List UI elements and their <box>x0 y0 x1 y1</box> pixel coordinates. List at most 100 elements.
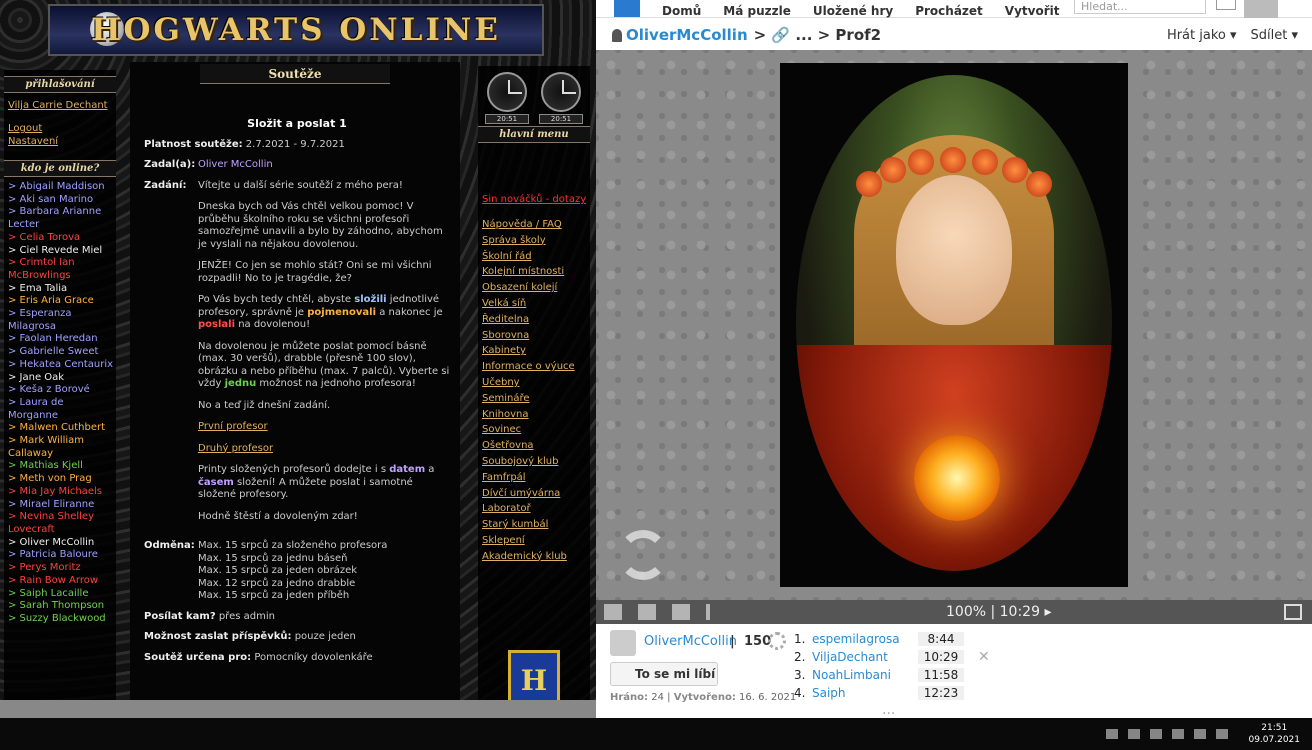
ghost-icon[interactable] <box>638 604 656 620</box>
online-user[interactable]: > Crimtol Ian McBrowlings <box>4 257 116 282</box>
online-user[interactable]: > Esperanza Milagrosa <box>4 308 116 333</box>
online-user[interactable]: > Mirael Eliranne <box>4 499 116 512</box>
menu-item[interactable]: Nápověda / FAQ <box>478 218 590 231</box>
menu-item[interactable]: Obsazení kolejí <box>478 281 590 294</box>
battery-icon[interactable] <box>1172 729 1185 739</box>
online-user[interactable]: > Rain Bow Arrow <box>4 575 116 588</box>
more-icon[interactable] <box>706 604 710 620</box>
menu-item[interactable]: Laboratoř <box>478 502 590 515</box>
breadcrumb-user[interactable]: OliverMcCollin <box>626 26 748 44</box>
breadcrumb-path[interactable]: > 🔗 ... > Prof2 <box>754 26 881 44</box>
online-user[interactable]: > Celia Torova <box>4 232 116 245</box>
menu-item[interactable]: Sklepení <box>478 534 590 547</box>
fullscreen-icon[interactable] <box>1284 604 1302 620</box>
search-input[interactable]: Hledat... <box>1074 0 1206 14</box>
leaderboard-player[interactable]: ViljaDechant <box>812 650 918 664</box>
online-user[interactable]: > Jane Oak <box>4 372 116 385</box>
online-user[interactable]: > Patricia Baloure <box>4 549 116 562</box>
puzzle-image[interactable] <box>780 63 1128 587</box>
menu-item[interactable]: Starý kumbál <box>478 518 590 531</box>
online-user[interactable]: > Hekatea Centaurix <box>4 359 116 372</box>
validity-label: Platnost soutěže: <box>144 138 243 150</box>
leaderboard-player[interactable]: espemilagrosa <box>812 632 918 646</box>
online-user[interactable]: > Nevina Shelley Lovecraft <box>4 511 116 536</box>
online-user[interactable]: > Mark William Callaway <box>4 435 116 460</box>
author-link[interactable]: OliverMcCollin <box>644 634 737 649</box>
menu-item[interactable]: Sovinec <box>478 423 590 436</box>
menu-item[interactable]: Famfrpál <box>478 471 590 484</box>
leaderboard-player[interactable]: NoahLimbani <box>812 668 918 682</box>
online-user[interactable]: > Meth von Prag <box>4 473 116 486</box>
avatar[interactable] <box>1244 0 1278 18</box>
online-user[interactable]: > Eris Aria Grace <box>4 295 116 308</box>
avatar[interactable] <box>610 630 636 656</box>
menu-item-newbies[interactable]: Sin nováčků - dotazy <box>478 193 590 206</box>
menu-item[interactable]: Ošetřovna <box>478 439 590 452</box>
online-user[interactable]: > Keša z Borové <box>4 384 116 397</box>
online-user[interactable]: > Gabrielle Sweet <box>4 346 116 359</box>
content-header: Soutěže <box>200 64 390 84</box>
online-user[interactable]: > Malwen Cuthbert <box>4 422 116 435</box>
online-user[interactable]: > Abigail Maddison <box>4 181 116 194</box>
speaker-icon[interactable] <box>1194 729 1207 739</box>
menu-item[interactable]: Akademický klub <box>478 550 590 563</box>
menu-item[interactable]: Semináře <box>478 392 590 405</box>
nav-saved-games[interactable]: Uložené hry <box>813 5 893 17</box>
site-logo-icon[interactable] <box>614 0 640 17</box>
network-icon[interactable] <box>1150 729 1163 739</box>
menu-item[interactable]: Informace o výuce <box>478 360 590 373</box>
send-label: Posílat kam? <box>144 610 216 622</box>
logout-link[interactable]: Logout <box>4 122 116 135</box>
menu-item[interactable]: Kabinety <box>478 344 590 357</box>
steam-icon[interactable] <box>1128 729 1141 739</box>
leaderboard-row: 2. ViljaDechant 10:29 ✕ <box>794 648 994 666</box>
mail-icon[interactable] <box>1216 0 1236 10</box>
grid-icon[interactable] <box>672 604 690 620</box>
online-user[interactable]: > Barbara Arianne Lecter <box>4 206 116 231</box>
online-user[interactable]: > Ema Talia <box>4 283 116 296</box>
online-user[interactable]: > Saiph Lacaille <box>4 588 116 601</box>
menu-item[interactable]: Knihovna <box>478 408 590 421</box>
menu-item[interactable]: Správa školy <box>478 234 590 247</box>
leaderboard-time: 10:29 <box>918 650 964 664</box>
online-user[interactable]: > Perys Moritz <box>4 562 116 575</box>
online-user[interactable]: > Aki san Marino <box>4 194 116 207</box>
menu-item[interactable]: Soubojový klub <box>478 455 590 468</box>
language-icon[interactable] <box>1216 729 1229 739</box>
menu-item[interactable]: Kolejní místnosti <box>478 265 590 278</box>
online-user[interactable]: > Oliver McCollin <box>4 537 116 550</box>
like-button[interactable]: To se mi líbí <box>610 662 718 686</box>
menu-item[interactable]: Dívčí umývárna <box>478 487 590 500</box>
nav-browse[interactable]: Procházet <box>915 5 983 17</box>
leaderboard-row: 4. Saiph 12:23 <box>794 684 994 702</box>
online-user[interactable]: > Mia Jay Michaels <box>4 486 116 499</box>
online-user[interactable]: > Mathias Kjell <box>4 460 116 473</box>
nav-create[interactable]: Vytvořit <box>1005 5 1060 17</box>
second-professor-link[interactable]: Druhý profesor <box>198 443 273 454</box>
online-user[interactable]: > Faolan Heredan <box>4 333 116 346</box>
nav-home[interactable]: Domů <box>662 5 701 17</box>
online-user[interactable]: > Ciel Revede Miel <box>4 245 116 258</box>
close-icon[interactable]: ✕ <box>978 649 990 665</box>
nav-my-puzzles[interactable]: Má puzzle <box>723 5 791 17</box>
menu-item[interactable]: Velká síň <box>478 297 590 310</box>
share-button[interactable]: Sdílet ▾ <box>1251 28 1298 43</box>
image-icon[interactable] <box>604 604 622 620</box>
chevron-up-icon[interactable] <box>1106 729 1119 739</box>
more-dots[interactable]: ... <box>882 702 895 718</box>
puzzle-stage[interactable] <box>596 50 1312 600</box>
menu-item[interactable]: Školní řád <box>478 250 590 263</box>
online-user[interactable]: > Sarah Thompson <box>4 600 116 613</box>
play-as-button[interactable]: Hrát jako ▾ <box>1167 28 1237 43</box>
settings-link[interactable]: Nastavení <box>4 135 116 148</box>
refresh-icon[interactable] <box>618 530 668 580</box>
user-link[interactable]: Vilja Carrie Dechant <box>4 99 116 112</box>
online-user[interactable]: > Laura de Morganne <box>4 397 116 422</box>
menu-item[interactable]: Sborovna <box>478 329 590 342</box>
taskbar-clock[interactable]: 21:51 09.07.2021 <box>1248 722 1300 746</box>
leaderboard-player[interactable]: Saiph <box>812 686 918 700</box>
menu-item[interactable]: Ředitelna <box>478 313 590 326</box>
menu-item[interactable]: Učebny <box>478 376 590 389</box>
first-professor-link[interactable]: První profesor <box>198 421 268 432</box>
online-user[interactable]: > Suzzy Blackwood <box>4 613 116 626</box>
